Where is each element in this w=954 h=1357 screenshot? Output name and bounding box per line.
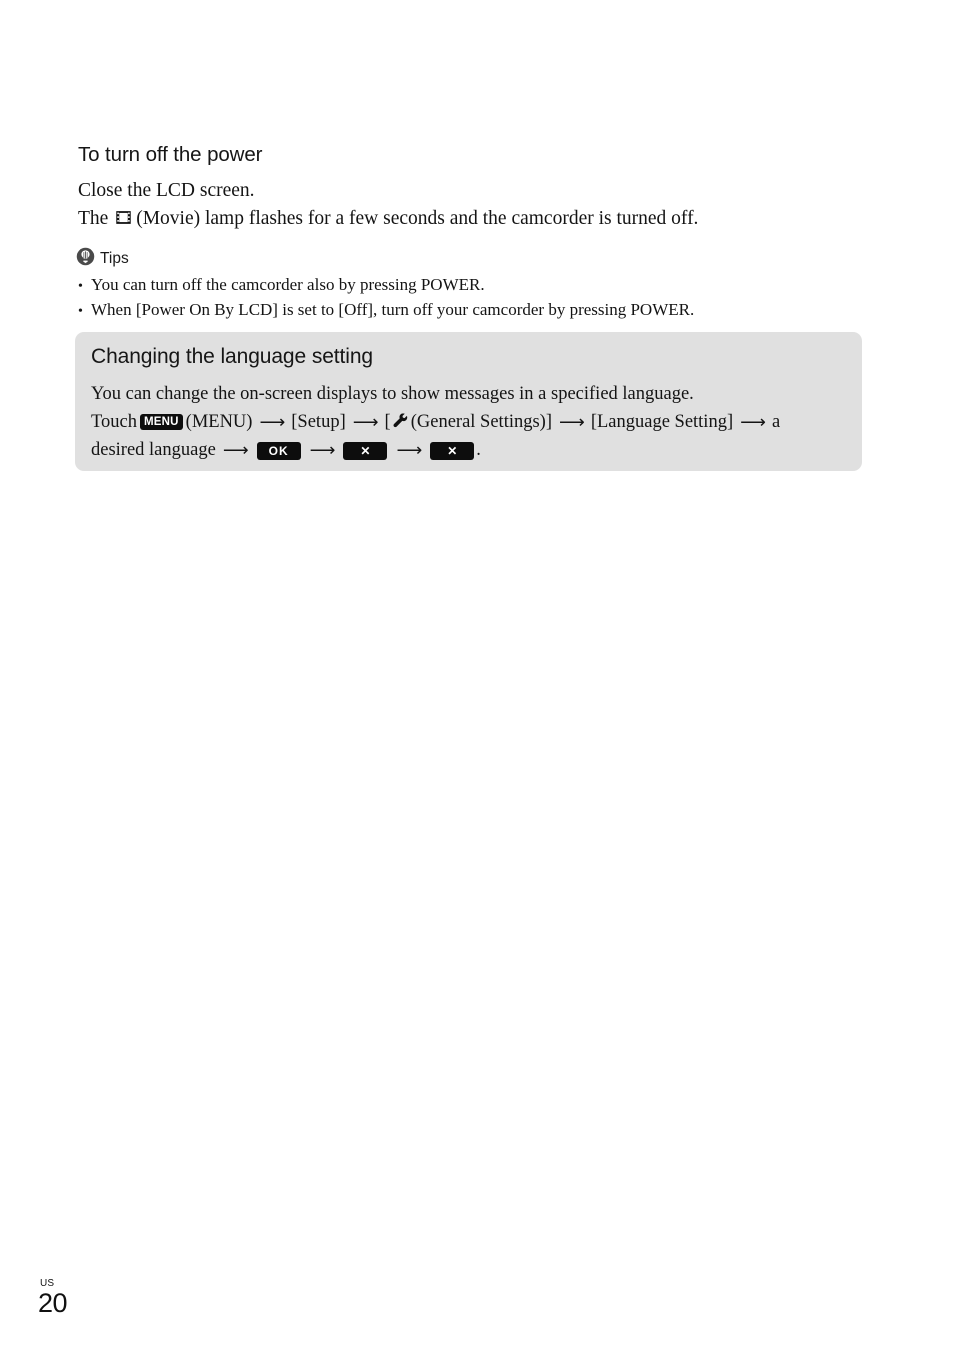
touch-label: Touch (91, 412, 137, 432)
arrow-icon (396, 441, 421, 459)
desired-language-label: desired language (91, 440, 216, 460)
menu-button-keycap[interactable]: MENU (139, 413, 183, 430)
arrow-icon (559, 413, 584, 431)
wrench-icon (392, 412, 409, 429)
body-line-2-prefix: The (78, 208, 114, 229)
callout-line-2: Touch MENU (MENU) [Setup] [ (General Set… (91, 412, 780, 433)
close-button-keycap-1[interactable]: ✕ (343, 441, 388, 460)
body-line-2-suffix: (Movie) lamp flashes for a few seconds a… (136, 208, 699, 229)
arrow-icon (353, 413, 378, 431)
bullet-glyph: • (78, 279, 83, 294)
ok-button-keycap[interactable]: OK (256, 441, 301, 460)
language-setting-label: [Language Setting] (590, 412, 734, 432)
arrow-icon (259, 413, 284, 431)
arrow-icon (223, 441, 248, 459)
movie-icon (115, 209, 132, 226)
callout-title: Changing the language setting (91, 345, 373, 368)
list-item-text: You can turn off the camcorder also by p… (91, 275, 485, 294)
arrow-icon (310, 441, 335, 459)
callout-line-3: desired language OK ✕ ✕ . (91, 440, 481, 461)
body-paragraph-line-2: The (Movie) lamp flashes for a few secon… (78, 207, 698, 231)
tips-list: • You can turn off the camcorder also by… (78, 273, 878, 322)
general-settings-open-bracket: [ (384, 412, 391, 432)
page-footer: US 20 (38, 1279, 68, 1318)
setup-menu-label: [Setup] (291, 412, 346, 432)
arrow-icon (740, 413, 765, 431)
tips-header: Tips (76, 247, 129, 268)
article-a-label: a (771, 412, 781, 432)
close-button-keycap-2[interactable]: ✕ (430, 441, 475, 460)
list-item: • When [Power On By LCD] is set to [Off]… (78, 298, 878, 323)
footer-page-number: 20 (38, 1288, 68, 1318)
page-heading: To turn off the power (78, 143, 263, 166)
callout-box: Changing the language setting You can ch… (75, 332, 862, 471)
general-settings-label: (General Settings)] (410, 412, 552, 432)
menu-paren-label: (MENU) (185, 412, 253, 432)
trailing-period: . (476, 440, 481, 460)
tips-lightbulb-icon (76, 247, 95, 266)
callout-line-1: You can change the on-screen displays to… (91, 384, 694, 404)
tips-label: Tips (100, 249, 129, 267)
body-paragraph-line-1: Close the LCD screen. (78, 180, 255, 201)
bullet-glyph: • (78, 303, 83, 319)
list-item-text: When [Power On By LCD] is set to [Off], … (91, 299, 695, 319)
list-item: • You can turn off the camcorder also by… (78, 273, 878, 298)
document-page: To turn off the power Close the LCD scre… (0, 0, 954, 1357)
